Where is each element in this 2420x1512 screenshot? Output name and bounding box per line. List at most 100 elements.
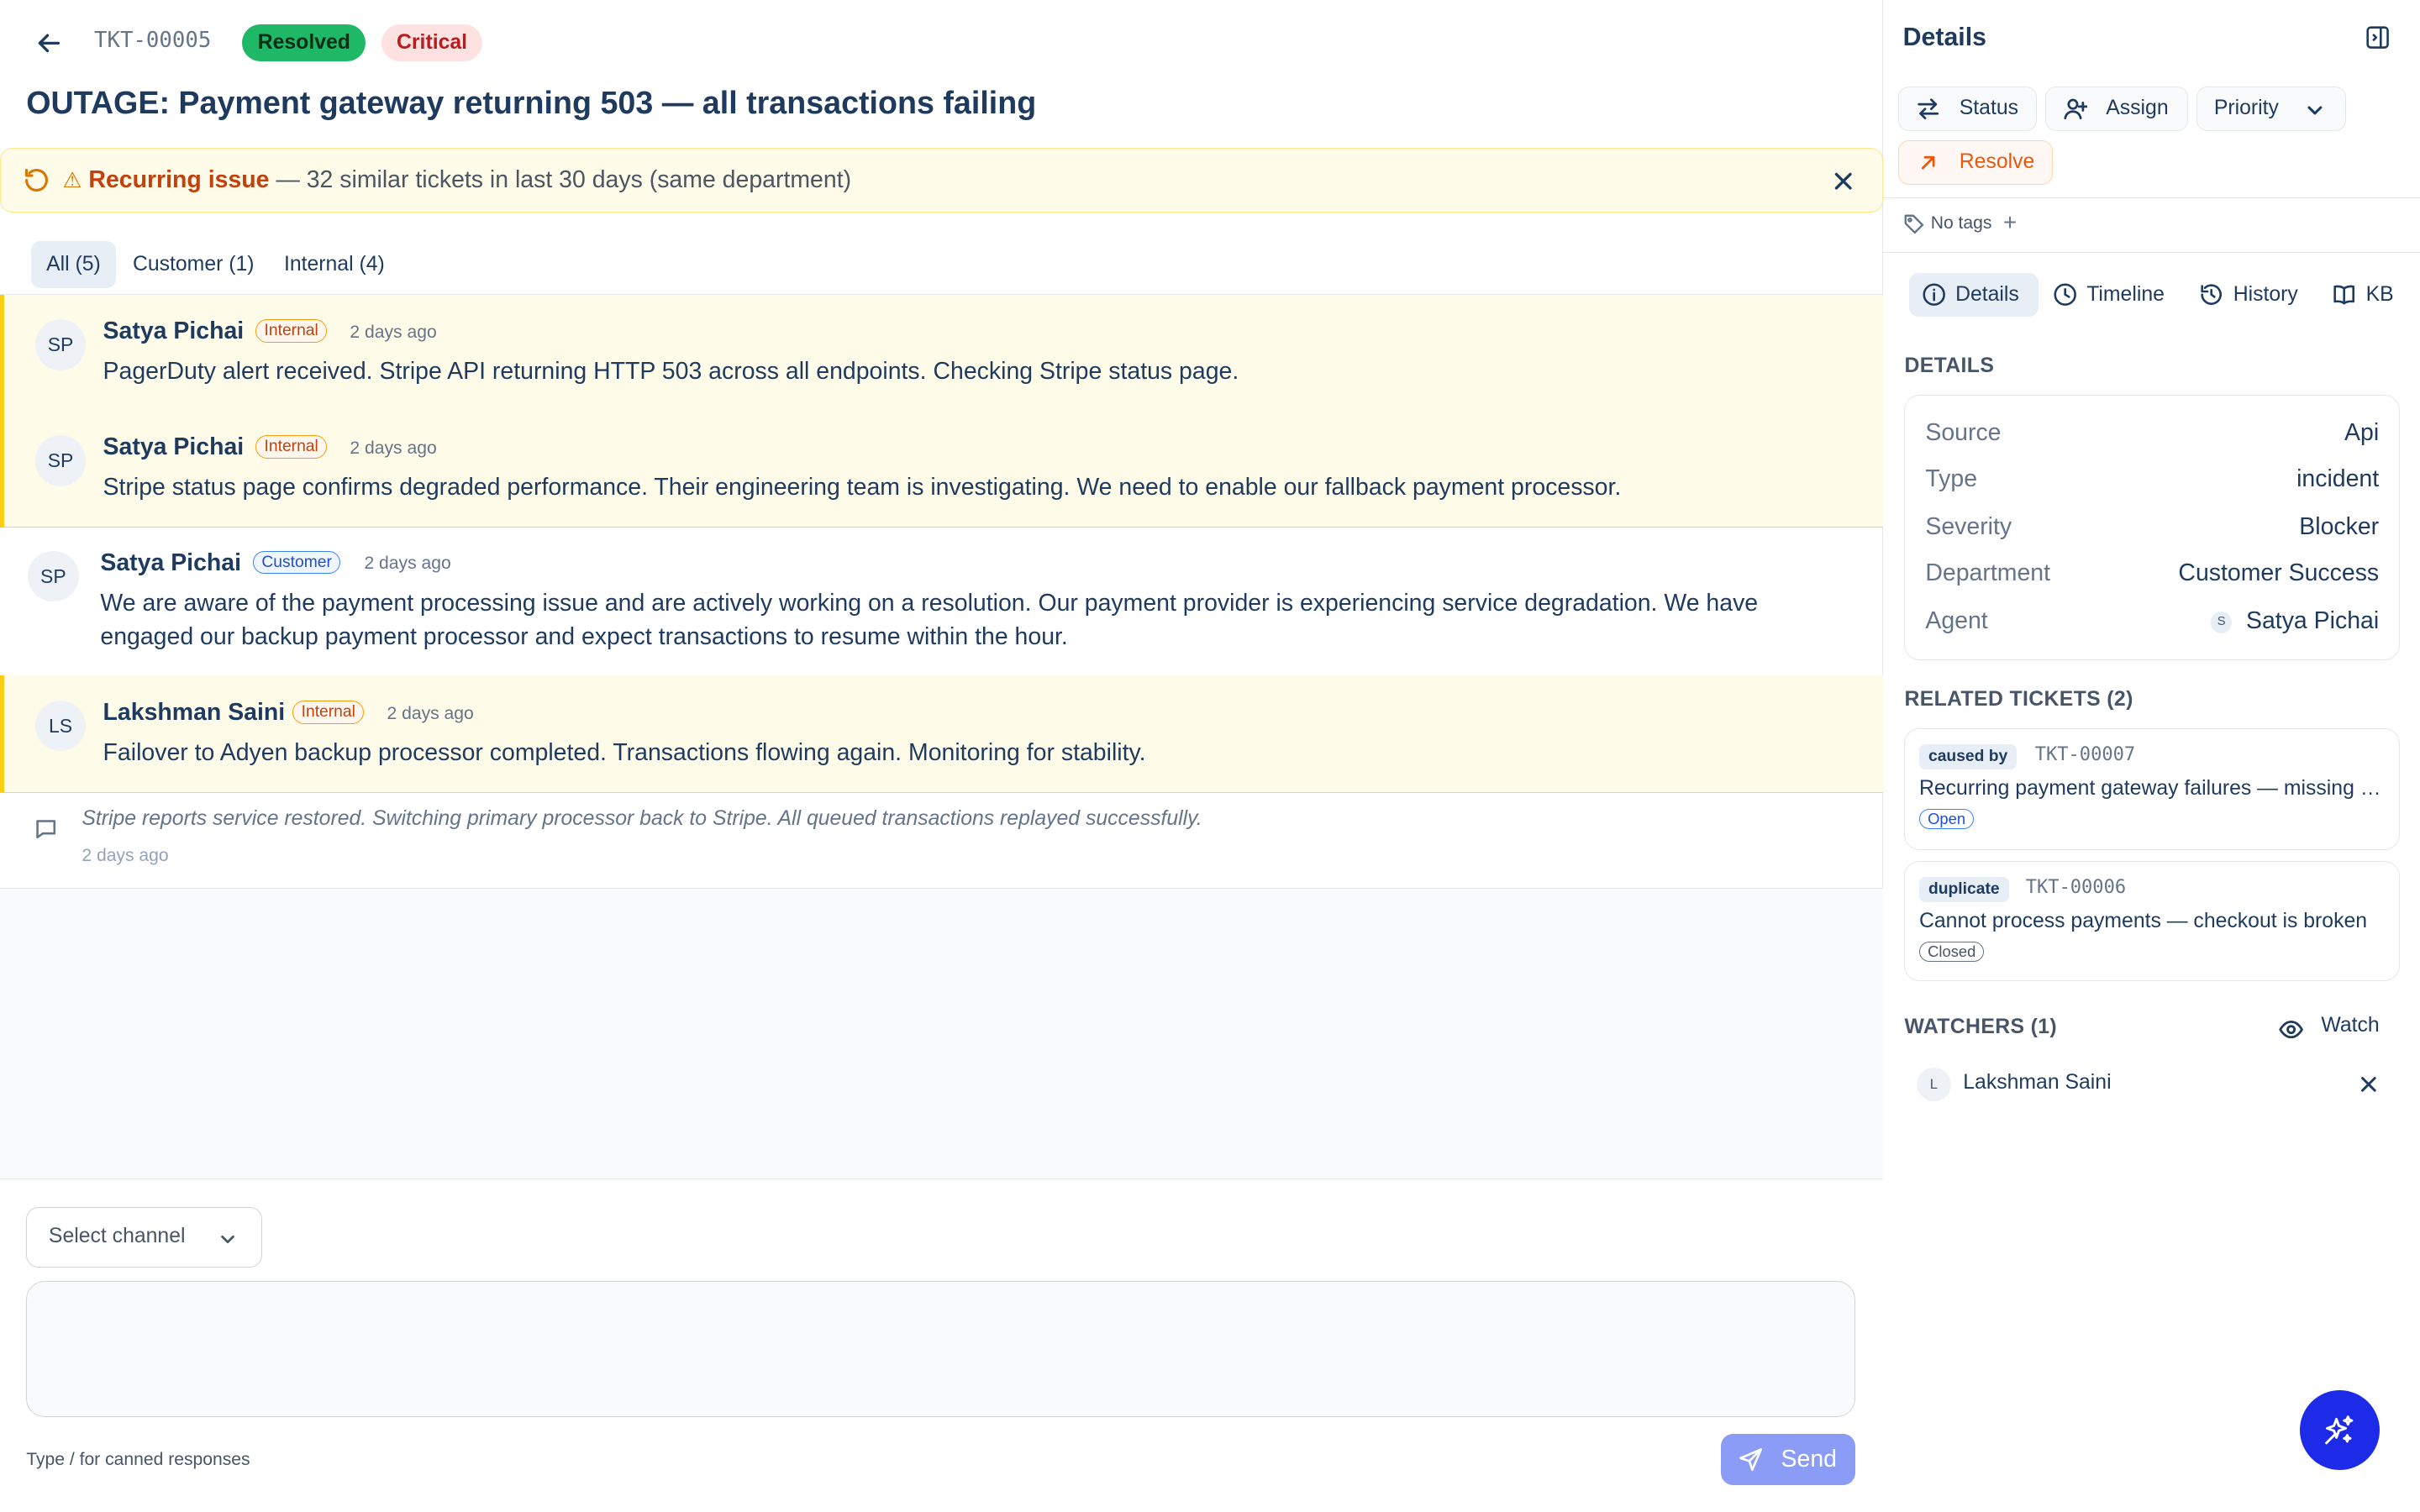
resolve-button-label: Resolve <box>1959 150 2035 174</box>
message-body: We are aware of the payment processing i… <box>100 589 1759 651</box>
tab-kb[interactable]: KB <box>2320 273 2397 316</box>
collapse-panel-icon[interactable] <box>2365 24 2391 50</box>
chevron-down-icon <box>2305 100 2325 120</box>
message-badge: Internal <box>255 319 327 343</box>
detail-key: Severity <box>1925 512 2012 540</box>
note-text: Stripe reports service restored. Switchi… <box>82 806 1202 830</box>
send-button[interactable]: Send <box>1720 1434 1855 1485</box>
status-badge: Resolved <box>242 24 366 62</box>
detail-value: incident <box>2296 465 2380 492</box>
tab-history[interactable]: History <box>2187 273 2307 316</box>
status-button[interactable]: Status <box>1898 86 2038 132</box>
message-author: Satya Pichai <box>103 433 245 461</box>
detail-row-type: Type incident <box>1925 465 2379 496</box>
ticket-main-panel: TKT-00005 Resolved Critical OUTAGE: Paym… <box>0 0 1883 1512</box>
banner-text: ⚠ Recurring issue — 32 similar tickets i… <box>62 166 851 194</box>
status-button-label: Status <box>1959 96 2019 119</box>
related-tickets-heading: RELATED TICKETS (2) <box>1904 688 2133 711</box>
system-note: Stripe reports service restored. Switchi… <box>0 793 1883 889</box>
related-ticket-summary: Cannot process payments — checkout is br… <box>1918 909 2368 932</box>
channel-select[interactable]: Select channel <box>26 1207 263 1268</box>
tab-kb-label: KB <box>2365 283 2394 307</box>
comment-icon <box>34 816 58 841</box>
priority-badge: Critical <box>381 24 483 62</box>
history-icon <box>2199 282 2223 307</box>
reply-textarea[interactable] <box>26 1281 1855 1418</box>
remove-watcher-icon[interactable] <box>2358 1074 2380 1095</box>
message-time: 2 days ago <box>350 322 437 342</box>
message-badge: Internal <box>255 434 327 459</box>
reply-composer: Select channel Type / for canned respons… <box>0 1179 1883 1512</box>
detail-row-agent: Agent S Satya Pichai <box>1925 607 2379 638</box>
composer-hint: Type / for canned responses <box>26 1449 250 1469</box>
sidebar-header: Details <box>1883 0 2420 74</box>
related-ticket-id: TKT-00006 <box>2025 877 2127 899</box>
ticket-header: TKT-00005 Resolved Critical OUTAGE: Paym… <box>0 0 1883 148</box>
banner-detail: — 32 similar tickets in last 30 days (sa… <box>269 165 852 193</box>
add-tag-icon[interactable]: + <box>2003 209 2017 236</box>
related-ticket-card[interactable]: caused by TKT-00007 Recurring payment ga… <box>1904 727 2401 851</box>
detail-key: Department <box>1925 559 2051 586</box>
dismiss-banner-icon[interactable] <box>1831 169 1855 193</box>
detail-value: S Satya Pichai <box>2210 607 2379 635</box>
details-sidebar: Details Status Assign Priority Resolve N… <box>1882 0 2420 1512</box>
message-time: 2 days ago <box>350 438 437 458</box>
assign-button-label: Assign <box>2106 96 2169 119</box>
avatar: SP <box>34 434 87 486</box>
tab-internal[interactable]: Internal (4) <box>269 241 401 289</box>
refresh-icon <box>23 166 50 194</box>
tab-details-label: Details <box>1955 283 2019 307</box>
avatar: S <box>2210 612 2233 633</box>
warning-icon: ⚠ <box>62 168 82 192</box>
ticket-id: TKT-00005 <box>94 28 212 54</box>
tab-details[interactable]: Details <box>1908 273 2039 317</box>
message-item: LS Lakshman Saini Internal 2 days ago Fa… <box>0 675 1883 794</box>
recurring-issue-banner: ⚠ Recurring issue — 32 similar tickets i… <box>0 148 1883 213</box>
arrow-up-right-icon <box>1916 150 1940 175</box>
back-arrow-icon[interactable] <box>34 28 65 59</box>
details-card: Source Api Type incident Severity Blocker D… <box>1904 395 2401 661</box>
resolve-button[interactable]: Resolve <box>1898 140 2053 186</box>
swap-arrows-icon <box>1916 97 1940 121</box>
avatar: SP <box>34 319 87 370</box>
sidebar-title: Details <box>1902 23 1986 51</box>
message-item: SP Satya Pichai Internal 2 days ago Page… <box>0 294 1883 412</box>
message-item: SP Satya Pichai Internal 2 days ago Stri… <box>0 410 1883 528</box>
tags-empty-text: No tags <box>1930 213 1992 234</box>
message-badge: Internal <box>292 700 365 724</box>
tab-timeline[interactable]: Timeline <box>2040 273 2179 316</box>
ticket-title: OUTAGE: Payment gateway returning 503 — … <box>26 85 1037 121</box>
watcher-name: Lakshman Saini <box>1963 1070 2112 1094</box>
related-ticket-summary: Recurring payment gateway failures — mis… <box>1918 776 2386 800</box>
ai-assistant-button[interactable] <box>2299 1389 2381 1471</box>
detail-key: Source <box>1925 418 2002 446</box>
related-ticket-status: Open <box>1918 809 1975 830</box>
related-ticket-id: TKT-00007 <box>2034 744 2136 766</box>
watch-label: Watch <box>2321 1013 2380 1037</box>
detail-key: Agent <box>1925 606 1988 634</box>
tab-customer[interactable]: Customer (1) <box>118 241 270 289</box>
message-item: SP Satya Pichai Customer 2 days ago We a… <box>0 526 1883 678</box>
detail-row-severity: Severity Blocker <box>1925 513 2379 544</box>
related-ticket-status: Closed <box>1918 942 1985 963</box>
detail-value: Blocker <box>2299 512 2380 540</box>
tags-row: No tags + <box>1882 197 2420 254</box>
send-label: Send <box>1781 1446 1837 1473</box>
thread-filter-tabs: All (5) Customer (1) Internal (4) <box>0 233 1883 295</box>
tab-all[interactable]: All (5) <box>30 240 117 289</box>
detail-value: Customer Success <box>2178 559 2380 586</box>
priority-dropdown[interactable]: Priority <box>2196 86 2346 132</box>
priority-dropdown-label: Priority <box>2213 96 2279 119</box>
note-time: 2 days ago <box>82 845 169 865</box>
detail-key: Type <box>1925 465 1978 492</box>
relation-type: caused by <box>1918 744 2018 769</box>
detail-value: Api <box>2344 418 2380 446</box>
related-ticket-card[interactable]: duplicate TKT-00006 Cannot process payme… <box>1904 860 2401 982</box>
avatar: LS <box>34 700 87 752</box>
sparkles-icon <box>2323 1413 2356 1446</box>
assign-button[interactable]: Assign <box>2044 86 2189 132</box>
relation-type: duplicate <box>1918 877 2009 902</box>
banner-label: Recurring issue <box>88 165 270 193</box>
thread-empty-area <box>0 888 1883 1179</box>
tab-history-label: History <box>2233 283 2298 307</box>
